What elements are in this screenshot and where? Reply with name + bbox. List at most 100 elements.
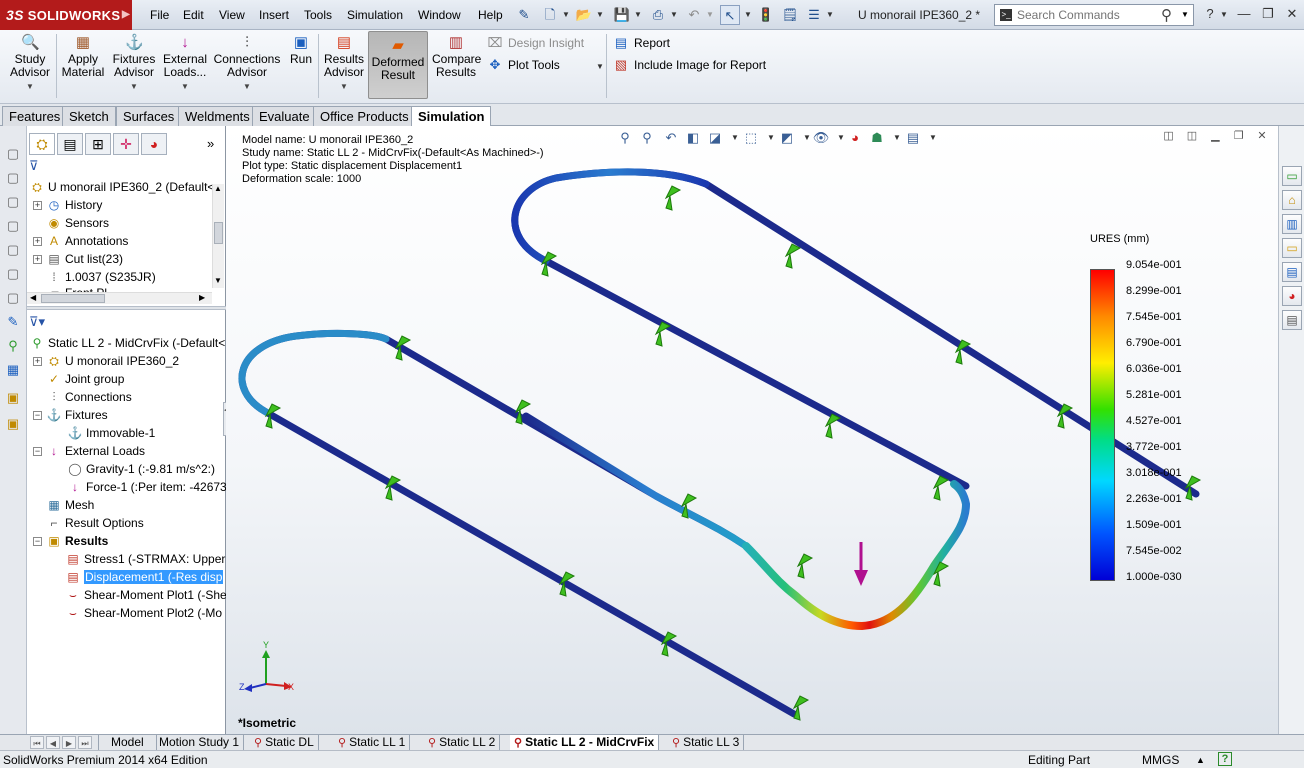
- sim-connections-node[interactable]: ⫶ Connections: [46, 388, 131, 406]
- box-icon[interactable]: ▢: [5, 218, 21, 234]
- tab-weldments[interactable]: Weldments: [178, 106, 257, 126]
- menu-tools[interactable]: Tools: [304, 8, 332, 22]
- tab-static-dl[interactable]: ⚲ Static DL: [250, 735, 319, 750]
- fixtures-dropdown-icon[interactable]: ▼: [110, 80, 158, 93]
- options-dropdown-icon[interactable]: ▼: [826, 10, 834, 19]
- select-dropdown-icon[interactable]: ▼: [744, 10, 752, 19]
- menu-insert[interactable]: Insert: [259, 8, 289, 22]
- scroll-left-icon[interactable]: ◀: [30, 293, 36, 302]
- rebuild-icon[interactable]: 🚦: [756, 5, 776, 25]
- filter-dropdown-icon[interactable]: ⊽▾: [29, 314, 45, 332]
- sim-stress-plot-node[interactable]: ▤ Stress1 (-STRMAX: Upper I: [65, 550, 232, 568]
- sim-joint-group-node[interactable]: ✓ Joint group: [46, 370, 124, 388]
- scroll-thumb[interactable]: [41, 294, 105, 303]
- external-loads-dropdown-icon[interactable]: ▼: [160, 80, 210, 93]
- tree-item-history[interactable]: + ◷ History: [33, 196, 102, 214]
- study-advisor-dropdown-icon[interactable]: ▼: [8, 80, 52, 93]
- expand-icon[interactable]: +: [33, 255, 42, 264]
- result-icon[interactable]: ▣: [5, 390, 21, 406]
- menu-edit[interactable]: Edit: [183, 8, 204, 22]
- sim-gravity-node[interactable]: ◯ Gravity-1 (:-9.81 m/s^2:): [67, 460, 215, 478]
- file-properties-icon[interactable]: 🗒: [780, 5, 800, 25]
- previous-tab-arrow-icon[interactable]: ◀: [46, 736, 60, 749]
- design-library-icon[interactable]: ▥: [1282, 214, 1302, 234]
- collapse-icon[interactable]: −: [33, 537, 42, 546]
- restore-button[interactable]: ❐: [1258, 5, 1278, 23]
- tree-item-sensors[interactable]: ◉ Sensors: [46, 214, 109, 232]
- save-dropdown-icon[interactable]: ▼: [634, 10, 642, 19]
- units-text[interactable]: MMGS: [1142, 752, 1179, 768]
- scroll-thumb[interactable]: [214, 222, 223, 244]
- sim-immovable-node[interactable]: ⚓ Immovable-1: [67, 424, 156, 442]
- pin-icon[interactable]: ⚲: [5, 338, 21, 354]
- next-tab-arrow-icon[interactable]: ▶: [62, 736, 76, 749]
- box-icon[interactable]: ▢: [5, 146, 21, 162]
- search-dropdown-icon[interactable]: ▼: [1181, 10, 1189, 19]
- sim-study-node[interactable]: ⚲ Static LL 2 - MidCrvFix (-Default<: [29, 334, 226, 352]
- sim-result-options-node[interactable]: ⌐ Result Options: [46, 514, 143, 532]
- results-advisor-button[interactable]: ▤ Results Advisor ▼: [322, 34, 366, 93]
- panel-splitter[interactable]: [27, 306, 226, 310]
- select-arrow-icon[interactable]: ↖: [720, 5, 740, 25]
- menu-view[interactable]: View: [219, 8, 245, 22]
- menu-help[interactable]: Help: [478, 8, 503, 22]
- custom-properties-icon[interactable]: ▤: [1282, 310, 1302, 330]
- help-status-icon[interactable]: ?: [1218, 752, 1232, 766]
- tab-evaluate[interactable]: Evaluate: [252, 106, 317, 126]
- feature-tree-tab-icon[interactable]: ⛭: [29, 133, 55, 155]
- search-input[interactable]: [1017, 7, 1157, 23]
- print-icon[interactable]: ⎙: [648, 5, 668, 25]
- sim-mesh-node[interactable]: ▦ Mesh: [46, 496, 94, 514]
- last-tab-arrow-icon[interactable]: ⏭: [78, 736, 92, 749]
- connections-dropdown-icon[interactable]: ▼: [212, 80, 282, 93]
- tab-office-products[interactable]: Office Products: [313, 106, 416, 126]
- tab-static-ll-1[interactable]: ⚲ Static LL 1: [334, 735, 411, 750]
- box-icon[interactable]: ▢: [5, 242, 21, 258]
- tab-model[interactable]: Model: [98, 735, 157, 750]
- file-explorer-icon[interactable]: ▭: [1282, 238, 1302, 258]
- units-up-arrow-icon[interactable]: ▲: [1196, 752, 1205, 768]
- menu-simulation[interactable]: Simulation: [347, 8, 403, 22]
- tab-features[interactable]: Features: [2, 106, 68, 126]
- view-palette-icon[interactable]: ▤: [1282, 262, 1302, 282]
- tab-static-ll-2-midcrvfix[interactable]: ⚲ Static LL 2 - MidCrvFix: [510, 735, 660, 750]
- scroll-right-icon[interactable]: ▶: [199, 293, 205, 302]
- new-document-icon[interactable]: 🗋: [540, 5, 560, 25]
- deformed-result-button[interactable]: ▰ Deformed Result: [368, 31, 428, 99]
- save-icon[interactable]: 💾: [612, 5, 632, 25]
- filter-icon[interactable]: ⊽: [29, 158, 39, 176]
- appearances-icon[interactable]: ◕: [1282, 286, 1302, 306]
- include-image-button[interactable]: ▧ Include Image for Report: [612, 56, 766, 74]
- external-loads-button[interactable]: ↓ External Loads... ▼: [160, 34, 210, 93]
- open-dropdown-icon[interactable]: ▼: [596, 10, 604, 19]
- close-button[interactable]: ✕: [1282, 5, 1302, 23]
- sim-part-node[interactable]: + ⛭ U monorail IPE360_2: [33, 352, 179, 370]
- sim-fixtures-node[interactable]: − ⚓ Fixtures: [33, 406, 108, 424]
- undo-icon[interactable]: ↶: [684, 5, 704, 25]
- configuration-manager-tab-icon[interactable]: ⊞: [85, 133, 111, 155]
- menu-window[interactable]: Window: [418, 8, 461, 22]
- edit-sketch-icon[interactable]: ✎: [5, 314, 21, 330]
- plot-tools-button[interactable]: ✥ Plot Tools: [486, 56, 560, 74]
- tree-item-annotations[interactable]: + A Annotations: [33, 232, 128, 250]
- tree-vertical-scrollbar[interactable]: ▲ ▼: [212, 184, 224, 288]
- results-advisor-dropdown-icon[interactable]: ▼: [322, 80, 366, 93]
- display-manager-tab-icon[interactable]: ◕: [141, 133, 167, 155]
- solidworks-logo[interactable]: 3S SOLIDWORKS ▶: [0, 0, 132, 30]
- new-dropdown-icon[interactable]: ▼: [562, 10, 570, 19]
- sim-shear-moment-plot1-node[interactable]: ⌣ Shear-Moment Plot1 (-She: [65, 586, 227, 604]
- sim-results-node[interactable]: − ▣ Results: [33, 532, 108, 550]
- print-dropdown-icon[interactable]: ▼: [670, 10, 678, 19]
- scroll-down-icon[interactable]: ▼: [214, 276, 222, 285]
- help-icon[interactable]: ?: [1200, 5, 1220, 23]
- resources-icon[interactable]: ▭: [1282, 166, 1302, 186]
- minimize-button[interactable]: —: [1234, 5, 1254, 23]
- help-dropdown-icon[interactable]: ▼: [1220, 10, 1228, 19]
- undo-dropdown-icon[interactable]: ▼: [706, 10, 714, 19]
- expand-icon[interactable]: +: [33, 357, 42, 366]
- design-insight-button[interactable]: ⌧ Design Insight: [486, 34, 585, 52]
- home-icon[interactable]: ⌂: [1282, 190, 1302, 210]
- tab-motion-study-1[interactable]: Motion Study 1: [155, 735, 245, 750]
- tab-surfaces[interactable]: Surfaces: [116, 106, 182, 126]
- sim-external-loads-node[interactable]: − ↓ External Loads: [33, 442, 145, 460]
